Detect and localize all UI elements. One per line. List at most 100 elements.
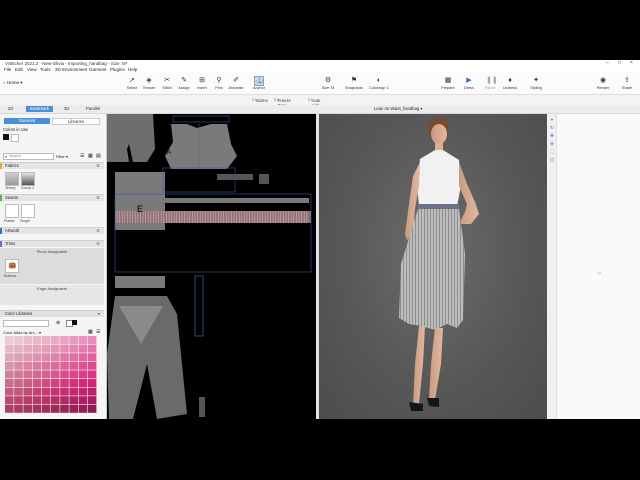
color-swatch[interactable] — [69, 387, 78, 396]
color-swatch[interactable] — [5, 396, 14, 405]
pattern-piece[interactable] — [129, 114, 155, 162]
fabric-thumb-group1[interactable] — [21, 172, 35, 186]
color-swatch[interactable] — [69, 344, 78, 353]
pattern-piece[interactable] — [115, 276, 165, 288]
grid-view-icon[interactable]: ▦ — [88, 153, 93, 159]
color-swatch[interactable] — [60, 336, 69, 344]
list-view-icon[interactable]: ☰ — [96, 329, 100, 335]
color-swatch[interactable] — [23, 404, 32, 413]
color-swatch[interactable] — [32, 404, 42, 413]
color-swatch[interactable] — [41, 361, 51, 370]
filter-dropdown[interactable]: Filter ▾ — [56, 154, 68, 159]
color-chip-black[interactable] — [72, 320, 77, 325]
colorway-dropdown[interactable]: ◐ Colorway: 1 — [369, 77, 389, 90]
color-swatch[interactable] — [60, 353, 69, 362]
color-swatch[interactable] — [23, 396, 32, 405]
color-swatch[interactable] — [87, 396, 97, 405]
color-swatch[interactable] — [60, 344, 69, 353]
pattern-outline[interactable] — [194, 275, 204, 337]
color-swatch[interactable] — [69, 396, 78, 405]
color-swatch[interactable] — [32, 396, 42, 405]
color-swatch[interactable] — [69, 353, 78, 362]
color-swatch[interactable] — [87, 370, 97, 379]
tab-3d[interactable]: 3D — [60, 106, 73, 112]
color-search-input[interactable] — [3, 320, 49, 327]
color-swatch[interactable] — [14, 387, 23, 396]
color-swatch[interactable] — [14, 379, 23, 387]
color-swatch[interactable] — [60, 379, 69, 387]
fabric-thumb-jersey[interactable] — [5, 172, 19, 186]
color-swatch[interactable] — [23, 361, 32, 370]
freeze-pose-toggle[interactable]: ☐ Freeze Pose — [274, 97, 291, 109]
details-view-icon[interactable]: ▤ — [96, 153, 101, 159]
color-swatch[interactable] — [41, 370, 51, 379]
color-swatch[interactable] — [41, 387, 51, 396]
color-swatch[interactable] — [60, 404, 69, 413]
color-swatch[interactable] — [23, 387, 32, 396]
color-swatch[interactable] — [32, 379, 42, 387]
color-swatch[interactable] — [60, 396, 69, 405]
color-swatch[interactable] — [69, 336, 78, 344]
pattern-piece[interactable] — [107, 114, 133, 162]
color-swatch[interactable] — [41, 353, 51, 362]
pattern-canvas[interactable]: A E — [107, 114, 316, 419]
color-swatch[interactable] — [51, 361, 60, 370]
undress-button[interactable]: ♦ Undress — [500, 77, 520, 90]
avatar-scene[interactable] — [319, 114, 547, 419]
color-swatch[interactable] — [87, 353, 97, 362]
color-swatch[interactable] — [87, 336, 97, 344]
render-button[interactable]: ◉ Render — [593, 77, 613, 90]
color-swatch[interactable] — [5, 353, 14, 362]
color-swatch[interactable] — [69, 370, 78, 379]
color-swatch[interactable] — [87, 387, 97, 396]
styling-button[interactable]: ✦ Styling — [526, 77, 546, 90]
size-dropdown[interactable]: ⚙ Size: M — [318, 77, 338, 90]
3d-view[interactable] — [319, 114, 547, 419]
pattern-outline[interactable] — [172, 115, 230, 123]
menu-view[interactable]: View — [27, 67, 37, 72]
color-swatch[interactable] — [32, 344, 42, 353]
color-libraries-header[interactable]: Color Libraries ▾ — [0, 310, 104, 317]
color-swatch[interactable] — [41, 336, 51, 344]
assign-tool[interactable]: ✎ Assign — [174, 77, 194, 90]
color-swatch[interactable] — [51, 353, 60, 362]
artwork-section-header[interactable]: Artwork ☰ — [0, 227, 104, 234]
color-swatch[interactable] — [5, 336, 14, 344]
add-color-icon[interactable]: ⊕ — [56, 320, 60, 326]
pattern-piece[interactable] — [217, 174, 253, 180]
color-swatch[interactable] — [23, 370, 32, 379]
color-swatch[interactable] — [32, 361, 42, 370]
color-swatch[interactable] — [78, 370, 88, 379]
home-dropdown[interactable]: ⌂ Home ▾ — [3, 80, 23, 86]
grid-view-icon[interactable]: ▦ — [88, 329, 93, 335]
color-swatch[interactable] — [41, 379, 51, 387]
color-swatch[interactable] — [69, 379, 78, 387]
color-swatch[interactable] — [51, 404, 60, 413]
color-swatch[interactable] — [41, 344, 51, 353]
bodice-pattern-piece[interactable] — [165, 124, 237, 169]
color-swatch[interactable] — [69, 361, 78, 370]
menu-file[interactable]: File — [4, 67, 11, 72]
seam-thumb-single[interactable] — [21, 204, 35, 218]
color-swatch[interactable] — [60, 370, 69, 379]
menu-help[interactable]: Help — [128, 67, 137, 72]
pointer-icon[interactable]: ⌖ — [550, 117, 555, 122]
color-swatch[interactable] — [87, 404, 97, 413]
color-swatch[interactable] — [78, 336, 88, 344]
color-swatch[interactable] — [14, 370, 23, 379]
zoom-icon[interactable]: ⊕ — [550, 141, 555, 146]
auto-link-toggle[interactable]: ☐ Auto Link — [308, 97, 320, 109]
search-input[interactable]: Search — [3, 153, 54, 160]
trims-section-header[interactable]: Trims ☰ — [0, 240, 104, 247]
annotate-tool[interactable]: ✐ Annotate — [226, 77, 246, 90]
gizmo-toggle[interactable]: ☐ Gizmo — [252, 97, 268, 104]
menu-edit[interactable]: Edit — [15, 67, 23, 72]
color-swatch[interactable] — [51, 396, 60, 405]
menu-tools[interactable]: Tools — [40, 67, 51, 72]
rotate-icon[interactable]: ↻ — [550, 125, 555, 130]
color-swatch[interactable] — [5, 344, 14, 353]
camera-icon[interactable]: ◫ — [550, 157, 555, 162]
color-swatch[interactable] — [14, 336, 23, 344]
color-swatch[interactable] — [51, 379, 60, 387]
color-swatch[interactable] — [78, 344, 88, 353]
